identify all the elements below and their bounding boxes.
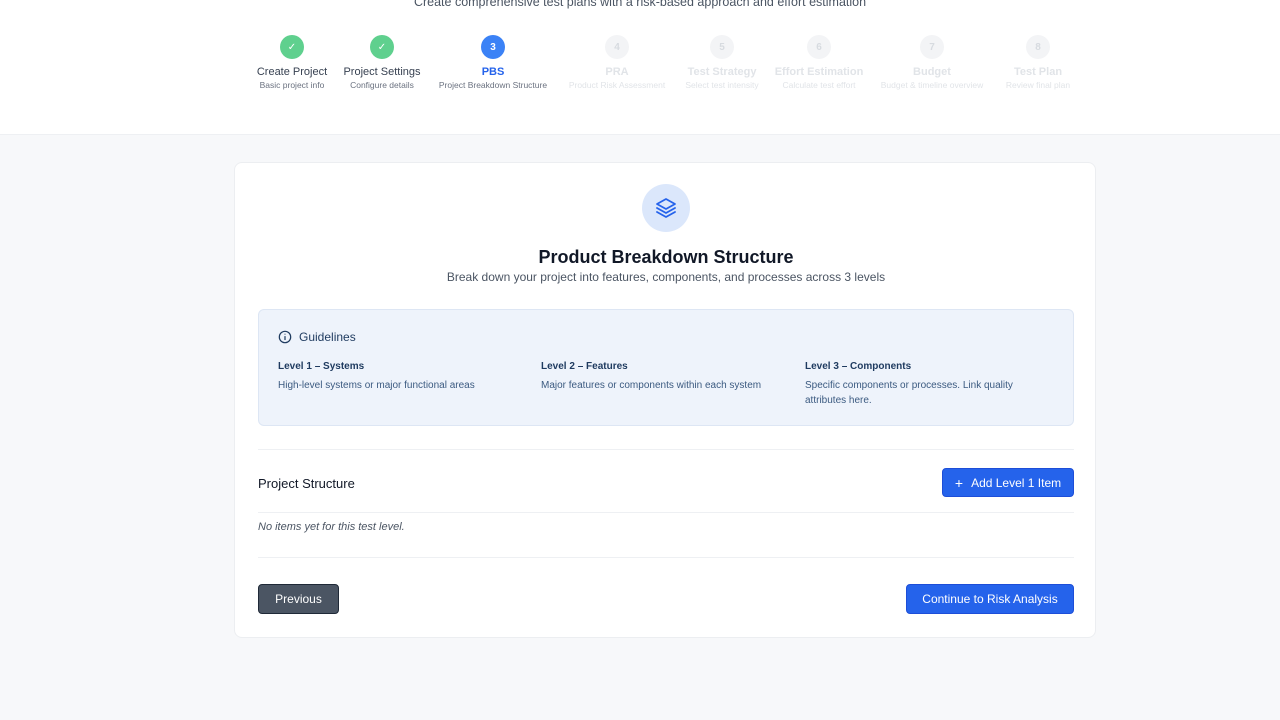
step-pbs[interactable]: 3 PBS Project Breakdown Structure [423, 35, 563, 91]
page-subtitle: Create comprehensive test plans with a r… [413, 0, 867, 9]
guidelines-panel: Guidelines Level 1 – Systems High-level … [258, 309, 1074, 426]
wizard-stepper: ✓ Create Project Basic project info ✓ Pr… [0, 35, 1280, 105]
step-label: PBS [481, 66, 505, 78]
guideline-level-2: Level 2 – Features Major features or com… [541, 361, 781, 393]
add-level-1-item-button[interactable]: + Add Level 1 Item [942, 468, 1074, 497]
info-icon [278, 330, 292, 344]
pbs-card: Product Breakdown Structure Break down y… [234, 162, 1096, 638]
card-subtitle: Break down your project into features, c… [446, 270, 886, 284]
guideline-title: Level 2 – Features [541, 361, 628, 372]
project-structure-title: Project Structure [258, 476, 355, 491]
guidelines-heading-text: Guidelines [299, 330, 356, 344]
divider [258, 557, 1074, 558]
divider [258, 449, 1074, 450]
plus-icon: + [954, 474, 964, 491]
guideline-desc: Major features or components within each… [541, 380, 762, 391]
layers-icon [642, 184, 690, 232]
guideline-title: Level 3 – Components [805, 361, 912, 372]
guideline-title: Level 1 – Systems [278, 361, 365, 372]
step-description: Project Breakdown Structure [438, 80, 548, 90]
step-number: 4 [605, 35, 629, 59]
step-number: 6 [807, 35, 831, 59]
step-description: Review final plan [1005, 80, 1071, 90]
check-icon: ✓ [370, 35, 394, 59]
step-number: 8 [1026, 35, 1050, 59]
guideline-desc: Specific components or processes. Link q… [805, 380, 1013, 406]
continue-button[interactable]: Continue to Risk Analysis [906, 584, 1074, 614]
guideline-desc: High-level systems or major functional a… [278, 380, 475, 391]
card-title: Product Breakdown Structure [538, 247, 794, 267]
guideline-level-1: Level 1 – Systems High-level systems or … [278, 361, 518, 393]
empty-state-text: No items yet for this test level. [258, 521, 405, 533]
step-number: 5 [710, 35, 734, 59]
add-button-label: Add Level 1 Item [971, 475, 1062, 490]
divider [258, 512, 1074, 513]
guideline-level-3: Level 3 – Components Specific components… [805, 361, 1035, 408]
step-number: 3 [481, 35, 505, 59]
check-icon: ✓ [280, 35, 304, 59]
step-number: 7 [920, 35, 944, 59]
step-test-plan: 8 Test Plan Review final plan [968, 35, 1108, 91]
previous-button[interactable]: Previous [258, 584, 339, 614]
step-label: Test Plan [1013, 66, 1063, 78]
header-band: Create comprehensive test plans with a r… [0, 0, 1280, 135]
guidelines-heading: Guidelines [278, 330, 356, 344]
